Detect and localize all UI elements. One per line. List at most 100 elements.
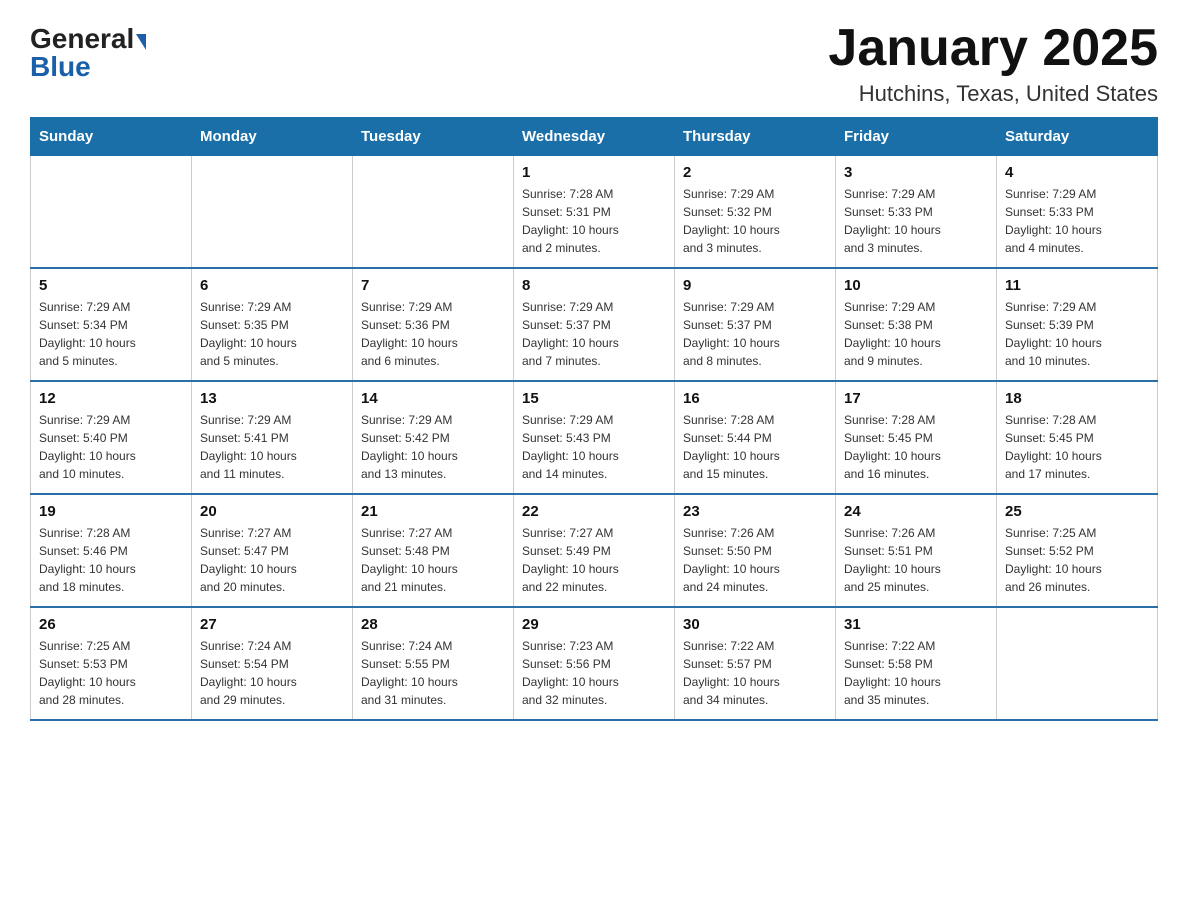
- calendar-header-day: Wednesday: [514, 118, 675, 156]
- day-info: Sunrise: 7:29 AM Sunset: 5:39 PM Dayligh…: [1005, 298, 1149, 370]
- calendar-week-row: 5 Sunrise: 7:29 AM Sunset: 5:34 PM Daylig…: [31, 268, 1158, 381]
- calendar-day-cell: 14 Sunrise: 7:29 AM Sunset: 5:42 PM Dayli…: [353, 381, 514, 494]
- day-number: 17: [844, 390, 988, 407]
- calendar-header-day: Saturday: [997, 118, 1158, 156]
- day-info: Sunrise: 7:29 AM Sunset: 5:36 PM Dayligh…: [361, 298, 505, 370]
- calendar-day-cell: 12Sunrise: 7:29 AM Sunset: 5:40 PM Dayli…: [31, 381, 192, 494]
- calendar-day-cell: 4 Sunrise: 7:29 AM Sunset: 5:33 PM Daylig…: [997, 156, 1158, 269]
- calendar-day-cell: 16 Sunrise: 7:28 AM Sunset: 5:44 PM Dayli…: [675, 381, 836, 494]
- calendar-day-cell: 28 Sunrise: 7:24 AM Sunset: 5:55 PM Dayli…: [353, 607, 514, 720]
- calendar-day-cell: 6 Sunrise: 7:29 AM Sunset: 5:35 PM Daylig…: [192, 268, 353, 381]
- calendar-day-cell: 15Sunrise: 7:29 AM Sunset: 5:43 PM Dayli…: [514, 381, 675, 494]
- day-number: 18: [1005, 390, 1149, 407]
- day-number: 3: [844, 164, 988, 181]
- calendar-day-cell: 20 Sunrise: 7:27 AM Sunset: 5:47 PM Dayli…: [192, 494, 353, 607]
- day-number: 25: [1005, 503, 1149, 520]
- day-info: Sunrise: 7:27 AM Sunset: 5:49 PM Dayligh…: [522, 524, 666, 596]
- day-info: Sunrise: 7:24 AM Sunset: 5:54 PM Dayligh…: [200, 637, 344, 709]
- logo-triangle-icon: [136, 34, 146, 50]
- day-info: Sunrise: 7:29 AM Sunset: 5:33 PM Dayligh…: [1005, 185, 1149, 257]
- calendar-day-cell: 27 Sunrise: 7:24 AM Sunset: 5:54 PM Dayli…: [192, 607, 353, 720]
- day-info: Sunrise: 7:22 AM Sunset: 5:58 PM Dayligh…: [844, 637, 988, 709]
- day-info: Sunrise: 7:29 AM Sunset: 5:43 PM Dayligh…: [522, 411, 666, 483]
- day-number: 5: [39, 277, 183, 294]
- calendar-week-row: 19Sunrise: 7:28 AM Sunset: 5:46 PM Dayli…: [31, 494, 1158, 607]
- day-number: 26: [39, 616, 183, 633]
- page-title: January 2025: [828, 20, 1158, 77]
- day-number: 8: [522, 277, 666, 294]
- day-info: Sunrise: 7:29 AM Sunset: 5:34 PM Dayligh…: [39, 298, 183, 370]
- day-number: 11: [1005, 277, 1149, 294]
- day-info: Sunrise: 7:28 AM Sunset: 5:45 PM Dayligh…: [1005, 411, 1149, 483]
- logo-blue: Blue: [30, 51, 91, 82]
- calendar-header-day: Thursday: [675, 118, 836, 156]
- day-number: 12: [39, 390, 183, 407]
- day-number: 28: [361, 616, 505, 633]
- day-info: Sunrise: 7:26 AM Sunset: 5:50 PM Dayligh…: [683, 524, 827, 596]
- calendar-day-cell: [31, 156, 192, 269]
- calendar-day-cell: [997, 607, 1158, 720]
- day-info: Sunrise: 7:23 AM Sunset: 5:56 PM Dayligh…: [522, 637, 666, 709]
- calendar-day-cell: 13Sunrise: 7:29 AM Sunset: 5:41 PM Dayli…: [192, 381, 353, 494]
- calendar-header-day: Tuesday: [353, 118, 514, 156]
- calendar-day-cell: 2Sunrise: 7:29 AM Sunset: 5:32 PM Daylig…: [675, 156, 836, 269]
- logo-name: General Blue: [30, 25, 146, 81]
- calendar-body: 1Sunrise: 7:28 AM Sunset: 5:31 PM Daylig…: [31, 156, 1158, 721]
- logo: General Blue: [30, 20, 146, 81]
- calendar-day-cell: 23 Sunrise: 7:26 AM Sunset: 5:50 PM Dayli…: [675, 494, 836, 607]
- calendar-day-cell: 10Sunrise: 7:29 AM Sunset: 5:38 PM Dayli…: [836, 268, 997, 381]
- day-number: 6: [200, 277, 344, 294]
- day-number: 14: [361, 390, 505, 407]
- day-number: 21: [361, 503, 505, 520]
- calendar-day-cell: [192, 156, 353, 269]
- day-number: 31: [844, 616, 988, 633]
- calendar-header: SundayMondayTuesdayWednesdayThursdayFrid…: [31, 118, 1158, 156]
- page-subtitle: Hutchins, Texas, United States: [828, 81, 1158, 107]
- day-info: Sunrise: 7:29 AM Sunset: 5:37 PM Dayligh…: [522, 298, 666, 370]
- calendar-day-cell: [353, 156, 514, 269]
- calendar-week-row: 12Sunrise: 7:29 AM Sunset: 5:40 PM Dayli…: [31, 381, 1158, 494]
- day-info: Sunrise: 7:25 AM Sunset: 5:53 PM Dayligh…: [39, 637, 183, 709]
- day-info: Sunrise: 7:28 AM Sunset: 5:31 PM Dayligh…: [522, 185, 666, 257]
- day-number: 2: [683, 164, 827, 181]
- calendar-day-cell: 9Sunrise: 7:29 AM Sunset: 5:37 PM Daylig…: [675, 268, 836, 381]
- calendar-day-cell: 8 Sunrise: 7:29 AM Sunset: 5:37 PM Daylig…: [514, 268, 675, 381]
- day-info: Sunrise: 7:29 AM Sunset: 5:37 PM Dayligh…: [683, 298, 827, 370]
- day-number: 23: [683, 503, 827, 520]
- calendar-day-cell: 11 Sunrise: 7:29 AM Sunset: 5:39 PM Dayli…: [997, 268, 1158, 381]
- calendar-day-cell: 21 Sunrise: 7:27 AM Sunset: 5:48 PM Dayli…: [353, 494, 514, 607]
- calendar-day-cell: 3 Sunrise: 7:29 AM Sunset: 5:33 PM Daylig…: [836, 156, 997, 269]
- day-info: Sunrise: 7:28 AM Sunset: 5:46 PM Dayligh…: [39, 524, 183, 596]
- day-info: Sunrise: 7:25 AM Sunset: 5:52 PM Dayligh…: [1005, 524, 1149, 596]
- day-info: Sunrise: 7:29 AM Sunset: 5:42 PM Dayligh…: [361, 411, 505, 483]
- day-info: Sunrise: 7:26 AM Sunset: 5:51 PM Dayligh…: [844, 524, 988, 596]
- day-info: Sunrise: 7:29 AM Sunset: 5:35 PM Dayligh…: [200, 298, 344, 370]
- calendar-day-cell: 18 Sunrise: 7:28 AM Sunset: 5:45 PM Dayli…: [997, 381, 1158, 494]
- calendar-day-cell: 31 Sunrise: 7:22 AM Sunset: 5:58 PM Dayli…: [836, 607, 997, 720]
- calendar-day-cell: 7Sunrise: 7:29 AM Sunset: 5:36 PM Daylig…: [353, 268, 514, 381]
- day-info: Sunrise: 7:28 AM Sunset: 5:45 PM Dayligh…: [844, 411, 988, 483]
- day-info: Sunrise: 7:29 AM Sunset: 5:41 PM Dayligh…: [200, 411, 344, 483]
- calendar-day-cell: 22Sunrise: 7:27 AM Sunset: 5:49 PM Dayli…: [514, 494, 675, 607]
- day-number: 27: [200, 616, 344, 633]
- calendar-day-cell: 30Sunrise: 7:22 AM Sunset: 5:57 PM Dayli…: [675, 607, 836, 720]
- title-block: January 2025 Hutchins, Texas, United Sta…: [828, 20, 1158, 107]
- day-info: Sunrise: 7:24 AM Sunset: 5:55 PM Dayligh…: [361, 637, 505, 709]
- calendar-day-cell: 5 Sunrise: 7:29 AM Sunset: 5:34 PM Daylig…: [31, 268, 192, 381]
- day-info: Sunrise: 7:28 AM Sunset: 5:44 PM Dayligh…: [683, 411, 827, 483]
- day-number: 16: [683, 390, 827, 407]
- day-number: 29: [522, 616, 666, 633]
- day-number: 10: [844, 277, 988, 294]
- calendar-header-day: Friday: [836, 118, 997, 156]
- calendar-day-cell: 25 Sunrise: 7:25 AM Sunset: 5:52 PM Dayli…: [997, 494, 1158, 607]
- calendar-day-cell: 24Sunrise: 7:26 AM Sunset: 5:51 PM Dayli…: [836, 494, 997, 607]
- day-number: 4: [1005, 164, 1149, 181]
- day-number: 20: [200, 503, 344, 520]
- day-info: Sunrise: 7:27 AM Sunset: 5:47 PM Dayligh…: [200, 524, 344, 596]
- calendar-table: SundayMondayTuesdayWednesdayThursdayFrid…: [30, 117, 1158, 721]
- calendar-day-cell: 17 Sunrise: 7:28 AM Sunset: 5:45 PM Dayli…: [836, 381, 997, 494]
- calendar-day-cell: 26 Sunrise: 7:25 AM Sunset: 5:53 PM Dayli…: [31, 607, 192, 720]
- day-info: Sunrise: 7:27 AM Sunset: 5:48 PM Dayligh…: [361, 524, 505, 596]
- page-header: General Blue January 2025 Hutchins, Texa…: [30, 20, 1158, 107]
- day-info: Sunrise: 7:29 AM Sunset: 5:33 PM Dayligh…: [844, 185, 988, 257]
